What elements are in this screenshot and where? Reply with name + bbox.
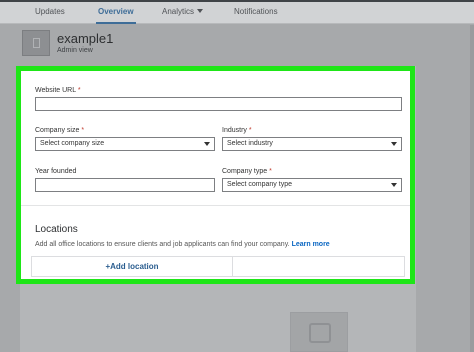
chevron-down-icon: [204, 142, 210, 146]
admin-view-label: Admin view: [57, 47, 93, 54]
company-type-value: Select company type: [227, 181, 292, 188]
company-size-label: Company size *: [35, 127, 84, 134]
locations-description-text: Add all office locations to ensure clien…: [35, 241, 290, 248]
website-url-label-text: Website URL: [35, 87, 76, 94]
tab-analytics-label: Analytics: [162, 7, 195, 16]
cover-photo-placeholder: [290, 312, 348, 352]
company-type-label: Company type *: [222, 168, 272, 175]
website-url-label: Website URL *: [35, 87, 81, 94]
locations-description: Add all office locations to ensure clien…: [35, 241, 330, 248]
tab-updates[interactable]: Updates: [35, 2, 65, 24]
company-type-label-text: Company type: [222, 168, 268, 175]
company-name: example1: [57, 31, 114, 46]
industry-value: Select industry: [227, 140, 273, 147]
company-size-label-text: Company size: [35, 127, 80, 134]
company-size-value: Select company size: [40, 140, 105, 147]
page-header: example1 Admin view: [0, 25, 474, 65]
company-size-select[interactable]: Select company size: [35, 137, 215, 151]
section-divider: [21, 205, 410, 206]
tab-overview[interactable]: Overview: [96, 2, 136, 24]
industry-label: Industry *: [222, 127, 252, 134]
chevron-down-icon: [197, 9, 204, 13]
add-location-button[interactable]: +Add location: [31, 256, 233, 277]
tab-notifications[interactable]: Notifications: [234, 2, 278, 24]
required-mark: *: [248, 127, 252, 134]
industry-select[interactable]: Select industry: [222, 137, 402, 151]
top-nav: Updates Overview Analytics Notifications: [0, 2, 474, 24]
required-mark: *: [77, 87, 81, 94]
camera-icon: [309, 323, 331, 343]
tab-analytics[interactable]: Analytics: [162, 2, 204, 24]
locations-heading: Locations: [35, 224, 78, 235]
company-type-select[interactable]: Select company type: [222, 178, 402, 192]
company-logo-placeholder: [22, 30, 50, 56]
required-mark: *: [81, 127, 85, 134]
company-details-card: Website URL * Company size * Select comp…: [16, 66, 415, 284]
learn-more-link[interactable]: Learn more: [292, 241, 330, 248]
industry-label-text: Industry: [222, 127, 247, 134]
chevron-down-icon: [391, 142, 397, 146]
building-icon: [33, 38, 40, 48]
scrollbar[interactable]: [470, 25, 474, 352]
year-founded-input[interactable]: [35, 178, 215, 192]
location-slot-empty: [233, 256, 405, 277]
chevron-down-icon: [391, 183, 397, 187]
website-url-input[interactable]: [35, 97, 402, 111]
card-body: Website URL * Company size * Select comp…: [21, 71, 410, 279]
required-mark: *: [269, 168, 272, 175]
year-founded-label: Year founded: [35, 168, 77, 175]
